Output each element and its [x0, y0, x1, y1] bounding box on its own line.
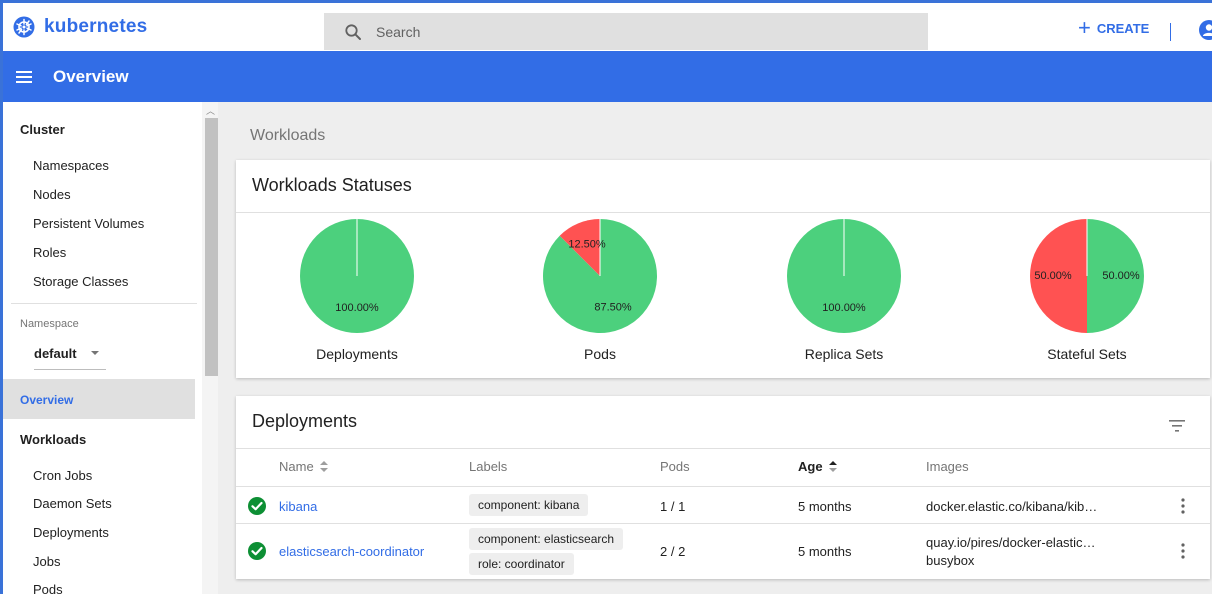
pie-chart-pods: 87.50% 12.50%: [543, 219, 657, 333]
deployment-name-link[interactable]: kibana: [279, 499, 317, 514]
pie-chart-deployments: 100.00%: [300, 219, 414, 333]
sidebar-item-overview-label: Overview: [20, 393, 74, 407]
sidebar-item-storage-classes[interactable]: Storage Classes: [33, 274, 128, 289]
namespace-select[interactable]: default: [34, 346, 106, 370]
chart-name-label: Pods: [584, 346, 616, 362]
more-vert-icon[interactable]: [1181, 543, 1185, 559]
pie-chart-replica-sets: 100.00%: [787, 219, 901, 333]
account-circle-icon[interactable]: [1199, 20, 1212, 40]
sidebar-divider: [11, 303, 197, 304]
deployment-age: 5 months: [798, 499, 852, 514]
deployment-pods: 2 / 2: [660, 544, 686, 559]
deployments-card: Deployments Name Labels Pods Age Images …: [236, 396, 1210, 579]
filter-icon[interactable]: [1168, 419, 1186, 433]
sidebar-item-namespaces[interactable]: Namespaces: [33, 158, 109, 173]
sidebar-section-workloads[interactable]: Workloads: [20, 432, 86, 447]
label-chip: component: kibana: [469, 494, 589, 516]
workloads-statuses-card: Workloads Statuses 100.00% Deployments 87.…: [236, 160, 1210, 378]
sidebar-scrollbar-thumb[interactable]: [205, 118, 218, 376]
breadcrumb: Workloads: [250, 127, 326, 144]
sidebar-item-daemon-sets[interactable]: Daemon Sets: [33, 496, 112, 511]
namespace-label: Namespace: [20, 318, 79, 330]
pie-label-running: 100.00%: [822, 302, 866, 314]
sidebar: Cluster Namespaces Nodes Persistent Volu…: [0, 102, 218, 594]
sidebar-item-nodes[interactable]: Nodes: [33, 187, 71, 202]
chevron-down-icon: [90, 351, 99, 355]
chart-name-label: Stateful Sets: [1047, 346, 1127, 362]
plus-icon: +: [1078, 15, 1091, 40]
workloads-statuses-title: Workloads Statuses: [252, 175, 412, 195]
deployment-image: docker.elastic.co/kibana/kib…: [926, 499, 1098, 514]
pie-label-failed: 50.00%: [1034, 270, 1072, 282]
page-title: Overview: [53, 66, 129, 86]
column-header-images: Images: [926, 459, 969, 474]
kubernetes-logo-icon: [13, 16, 35, 38]
label-chip: component: elasticsearch: [469, 528, 624, 550]
deployment-image: quay.io/pires/docker-elastic…: [926, 535, 1096, 550]
row-divider: [236, 523, 1210, 524]
top-bar: kubernetes + CREATE: [0, 0, 1212, 51]
more-vert-icon[interactable]: [1181, 498, 1185, 514]
pie-label-running: 100.00%: [335, 302, 379, 314]
label-chip: role: coordinator: [469, 553, 574, 575]
sidebar-item-roles[interactable]: Roles: [33, 245, 66, 260]
search-input[interactable]: [376, 23, 776, 40]
column-header-pods: Pods: [660, 459, 690, 474]
create-button[interactable]: + CREATE: [1078, 15, 1150, 40]
sidebar-item-jobs[interactable]: Jobs: [33, 554, 60, 569]
column-header-labels: Labels: [469, 459, 508, 474]
app-name: kubernetes: [44, 16, 148, 37]
status-ok-icon: [248, 542, 266, 560]
title-bar: Overview: [0, 51, 1212, 102]
menu-icon[interactable]: [15, 67, 35, 87]
deployment-age: 5 months: [798, 544, 852, 559]
search-icon: [345, 23, 361, 40]
sort-icon: [319, 461, 328, 472]
status-ok-icon: [248, 497, 266, 515]
namespace-value: default: [34, 346, 77, 361]
pie-label-failed: 12.50%: [568, 238, 606, 250]
pie-chart-stateful-sets: 50.00% 50.00%: [1030, 219, 1144, 333]
deployments-title: Deployments: [252, 411, 358, 431]
row-divider: [236, 486, 1210, 487]
sidebar-section-cluster[interactable]: Cluster: [20, 122, 65, 137]
deployment-image: busybox: [926, 553, 975, 568]
card-divider: [236, 448, 1210, 449]
column-header-name[interactable]: Name: [279, 459, 328, 474]
pie-label-running: 50.00%: [1102, 270, 1140, 282]
header-divider: [1170, 23, 1171, 41]
brand[interactable]: kubernetes: [13, 12, 147, 42]
sidebar-item-persistent-volumes[interactable]: Persistent Volumes: [33, 216, 144, 231]
column-header-age[interactable]: Age: [798, 459, 837, 474]
sidebar-item-pods[interactable]: Pods: [33, 582, 63, 594]
pie-label-running: 87.50%: [594, 301, 632, 313]
scroll-up-icon[interactable]: ︿: [206, 104, 215, 117]
search-bar[interactable]: [324, 13, 928, 50]
create-label: CREATE: [1096, 20, 1150, 36]
sidebar-item-deployments[interactable]: Deployments: [33, 525, 109, 540]
sort-active-icon: [828, 461, 837, 472]
deployment-name-link[interactable]: elasticsearch-coordinator: [279, 544, 424, 559]
chart-name-label: Deployments: [316, 346, 398, 362]
chart-name-label: Replica Sets: [804, 346, 884, 362]
sidebar-item-cron-jobs[interactable]: Cron Jobs: [33, 468, 92, 483]
deployment-pods: 1 / 1: [660, 499, 686, 514]
